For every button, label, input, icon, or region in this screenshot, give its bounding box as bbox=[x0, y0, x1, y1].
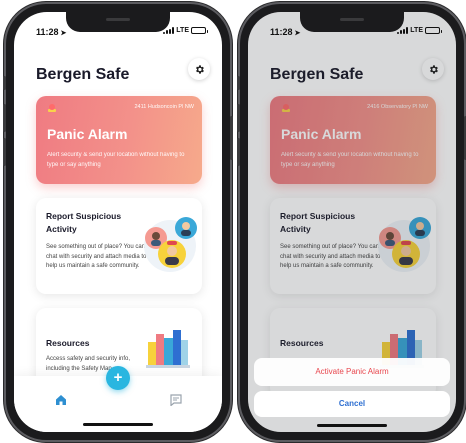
people-illustration bbox=[144, 217, 197, 272]
location-pin-icon bbox=[48, 104, 56, 112]
settings-button[interactable] bbox=[188, 58, 210, 80]
books-illustration bbox=[146, 330, 190, 368]
app-title: Bergen Safe bbox=[36, 66, 130, 83]
home-indicator bbox=[317, 424, 387, 427]
volume-up-button bbox=[3, 104, 6, 132]
network-type: LTE bbox=[410, 27, 423, 34]
battery-icon bbox=[425, 27, 442, 34]
mute-switch bbox=[3, 76, 6, 90]
home-indicator bbox=[83, 423, 153, 426]
status-time: 11:28 ➤ bbox=[270, 27, 301, 37]
battery-icon bbox=[191, 27, 208, 34]
notch bbox=[300, 12, 404, 32]
power-button bbox=[230, 116, 233, 160]
app-screen-home: 11:28 ➤ LTE Bergen Safe 2411 Hudsoncoin P… bbox=[14, 12, 222, 432]
report-activity-title: Report Suspicious Activity bbox=[46, 211, 122, 234]
panic-alarm-description: Alert security & send your location with… bbox=[47, 152, 185, 168]
gear-icon bbox=[195, 64, 204, 74]
cancel-button[interactable]: Cancel bbox=[254, 391, 450, 417]
volume-down-button bbox=[237, 138, 240, 166]
location-arrow-icon: ➤ bbox=[294, 30, 301, 37]
current-address: 2411 Hudsoncoin Pl NW bbox=[134, 104, 194, 110]
resources-description: Access safety and security info, includi… bbox=[46, 356, 131, 372]
notch bbox=[66, 12, 170, 32]
panic-alarm-title: Panic Alarm bbox=[47, 126, 128, 142]
activate-panic-alarm-button[interactable]: Activate Panic Alarm bbox=[254, 358, 450, 386]
mute-switch bbox=[237, 76, 240, 90]
location-arrow-icon: ➤ bbox=[60, 30, 67, 37]
resources-title: Resources bbox=[46, 338, 90, 348]
network-type: LTE bbox=[176, 27, 189, 34]
chat-icon[interactable] bbox=[170, 394, 182, 406]
app-screen-action-sheet: 11:28 ➤ LTE Bergen Safe 2416 Observatory … bbox=[248, 12, 456, 432]
volume-down-button bbox=[3, 138, 6, 166]
report-activity-description: See something out of place? You can chat… bbox=[46, 244, 147, 269]
phone-frame-right: 11:28 ➤ LTE Bergen Safe 2416 Observatory … bbox=[237, 4, 466, 440]
tab-bar: + bbox=[14, 366, 222, 432]
home-icon[interactable] bbox=[55, 394, 67, 406]
report-activity-card[interactable]: Report Suspicious Activity See something… bbox=[36, 198, 202, 294]
status-time: 11:28 ➤ bbox=[36, 27, 67, 37]
panic-alarm-card[interactable]: 2411 Hudsoncoin Pl NW Panic Alarm Alert … bbox=[36, 96, 202, 184]
phone-frame-left: 11:28 ➤ LTE Bergen Safe 2411 Hudsoncoin P… bbox=[3, 4, 233, 440]
volume-up-button bbox=[237, 104, 240, 132]
add-report-button[interactable]: + bbox=[106, 366, 130, 390]
